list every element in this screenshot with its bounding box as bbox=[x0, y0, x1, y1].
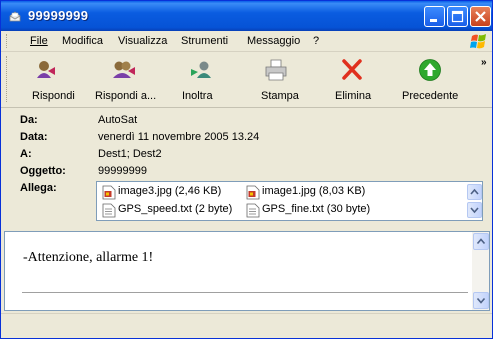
menu-bar: File Modifica Visualizza Strumenti Messa… bbox=[1, 31, 492, 52]
subject-value: 99999999 bbox=[98, 165, 147, 177]
close-button[interactable] bbox=[470, 6, 491, 27]
date-label: Data: bbox=[20, 131, 48, 143]
scroll-up-button[interactable] bbox=[467, 184, 482, 200]
message-body[interactable]: -Attenzione, allarme 1! bbox=[4, 231, 490, 311]
minimize-button[interactable] bbox=[424, 6, 445, 27]
to-label: A: bbox=[20, 148, 32, 160]
forward-label: Inoltra bbox=[182, 90, 213, 102]
reply-icon bbox=[33, 58, 59, 82]
menu-visualizza[interactable]: Visualizza bbox=[118, 35, 167, 47]
scroll-down-button[interactable] bbox=[467, 202, 482, 218]
subject-label: Oggetto: bbox=[20, 165, 66, 177]
menu-file[interactable]: File bbox=[30, 35, 48, 47]
text-file-icon bbox=[246, 203, 260, 218]
attachment-item[interactable]: image1.jpg (8,03 KB) bbox=[262, 185, 365, 197]
reply-button[interactable]: Rispondi bbox=[15, 52, 75, 107]
chevron-down-icon bbox=[476, 297, 486, 304]
printer-icon bbox=[263, 58, 289, 82]
body-scroll-up-button[interactable] bbox=[473, 233, 489, 250]
divider-line bbox=[22, 292, 468, 293]
toolbar-overflow-chevron-icon[interactable]: » bbox=[481, 57, 486, 68]
body-scroll-down-button[interactable] bbox=[473, 292, 489, 309]
close-icon bbox=[475, 11, 486, 22]
reply-all-icon bbox=[111, 58, 137, 82]
toolbar-grip[interactable] bbox=[6, 56, 9, 102]
attachments-list[interactable]: image3.jpg (2,46 KB) image1.jpg (8,03 KB… bbox=[96, 181, 483, 221]
forward-button[interactable]: Inoltra bbox=[171, 52, 231, 107]
to-value: Dest1; Dest2 bbox=[98, 148, 162, 160]
minimize-icon bbox=[430, 19, 437, 22]
print-label: Stampa bbox=[261, 90, 299, 102]
window-title: 99999999 bbox=[28, 8, 89, 23]
message-window: 99999999 File Modifica Visualizza Strume… bbox=[0, 0, 493, 339]
maximize-button[interactable] bbox=[447, 6, 468, 27]
chevron-up-icon bbox=[476, 238, 486, 245]
attachment-item[interactable]: image3.jpg (2,46 KB) bbox=[118, 185, 221, 197]
attach-label: Allega: bbox=[20, 182, 57, 194]
attachments-scrollbar[interactable] bbox=[466, 182, 482, 220]
delete-button[interactable]: Elimina bbox=[327, 52, 379, 107]
reply-label: Rispondi bbox=[32, 90, 75, 102]
date-value: venerdì 11 novembre 2005 13.24 bbox=[98, 131, 260, 143]
menu-strumenti[interactable]: Strumenti bbox=[181, 35, 228, 47]
image-file-icon bbox=[102, 185, 116, 200]
status-bar bbox=[1, 313, 492, 338]
from-label: Da: bbox=[20, 114, 38, 126]
attachment-item[interactable]: GPS_speed.txt (2 byte) bbox=[118, 203, 232, 215]
maximize-icon bbox=[451, 10, 464, 23]
body-scrollbar[interactable] bbox=[472, 232, 489, 310]
reply-all-label: Rispondi a... bbox=[95, 90, 157, 102]
delete-x-icon bbox=[339, 58, 365, 82]
message-text: -Attenzione, allarme 1! bbox=[23, 250, 154, 265]
previous-button[interactable]: Precedente bbox=[395, 52, 467, 107]
chevron-down-icon bbox=[470, 207, 479, 214]
previous-label: Precedente bbox=[402, 90, 459, 102]
chevron-up-icon bbox=[470, 188, 479, 195]
attachment-item[interactable]: GPS_fine.txt (30 byte) bbox=[262, 203, 370, 215]
windows-logo-icon bbox=[470, 33, 488, 50]
menu-modifica[interactable]: Modifica bbox=[62, 35, 103, 47]
image-file-icon bbox=[246, 185, 260, 200]
toolbar: Rispondi Rispondi a... Inoltra Stampa El… bbox=[1, 52, 492, 108]
forward-icon bbox=[188, 58, 214, 82]
menu-messaggio[interactable]: Messaggio bbox=[247, 35, 300, 47]
print-button[interactable]: Stampa bbox=[250, 52, 302, 107]
envelope-icon bbox=[7, 8, 23, 24]
text-file-icon bbox=[102, 203, 116, 218]
menu-help[interactable]: ? bbox=[313, 35, 319, 47]
reply-all-button[interactable]: Rispondi a... bbox=[89, 52, 163, 107]
delete-label: Elimina bbox=[335, 90, 372, 102]
from-value: AutoSat bbox=[98, 114, 138, 126]
previous-arrow-icon bbox=[418, 58, 444, 82]
title-bar[interactable]: 99999999 bbox=[1, 1, 492, 31]
menu-grip[interactable] bbox=[6, 34, 9, 48]
